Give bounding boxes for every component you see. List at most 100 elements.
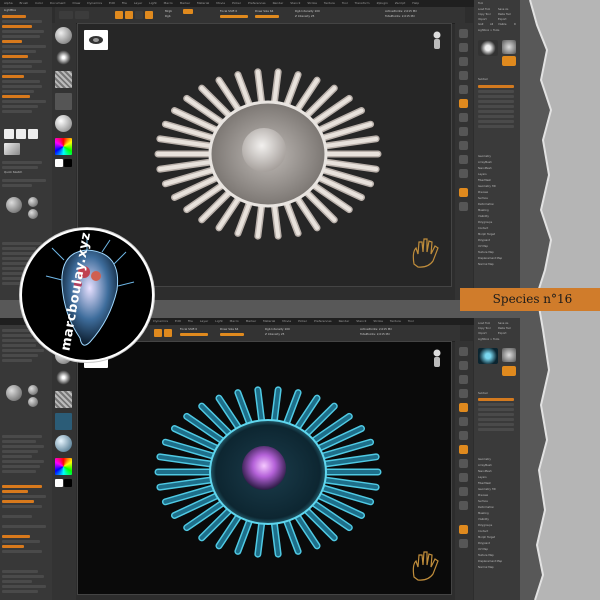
visibility-section[interactable]: Visibility bbox=[478, 215, 489, 218]
import-button[interactable]: Import bbox=[478, 332, 487, 335]
tray-row[interactable] bbox=[2, 455, 32, 458]
tray-row[interactable] bbox=[2, 100, 46, 103]
export-button[interactable]: Export bbox=[498, 332, 507, 335]
menu-item-tool[interactable]: Tool bbox=[408, 319, 414, 323]
tray-row[interactable] bbox=[2, 95, 30, 98]
menu-item-stencil[interactable]: Stencil bbox=[356, 319, 366, 323]
brush-slot[interactable] bbox=[6, 197, 22, 213]
menu-item-edit[interactable]: Edit bbox=[109, 1, 115, 5]
tray-row[interactable] bbox=[2, 105, 38, 108]
menu-item-picker[interactable]: Picker bbox=[232, 1, 241, 5]
nanomesh-section[interactable]: NanoMesh bbox=[478, 470, 492, 473]
subtool-row[interactable] bbox=[478, 85, 514, 88]
polygroups-section[interactable]: Polygroups bbox=[478, 524, 492, 527]
tray-row[interactable] bbox=[2, 460, 44, 463]
tray-row[interactable] bbox=[2, 440, 36, 443]
scale-button[interactable] bbox=[145, 11, 153, 19]
zadd-toggle[interactable] bbox=[164, 329, 172, 337]
floor-button[interactable] bbox=[459, 113, 468, 122]
subtool-row[interactable] bbox=[478, 428, 514, 431]
menu-item-marker[interactable]: Marker bbox=[180, 1, 190, 5]
tray-row[interactable] bbox=[2, 470, 36, 473]
geometry-hd-section[interactable]: Geometry HD bbox=[478, 185, 496, 188]
frame-button[interactable] bbox=[459, 459, 468, 468]
transp-button[interactable] bbox=[459, 202, 468, 211]
all-button[interactable]: All bbox=[490, 23, 493, 26]
zoom-button[interactable] bbox=[459, 389, 468, 398]
menu-item-zplugin[interactable]: Zplugin bbox=[377, 1, 388, 5]
brush-slot[interactable] bbox=[6, 385, 22, 401]
frame-button[interactable] bbox=[459, 155, 468, 164]
menu-item-dynamics[interactable]: Dynamics bbox=[87, 1, 102, 5]
zadd-toggle[interactable] bbox=[125, 11, 133, 19]
geometry-section[interactable]: Geometry bbox=[478, 155, 491, 158]
menu-item-help[interactable]: Help bbox=[412, 1, 419, 5]
draw-size-label[interactable]: Draw Size 64 bbox=[255, 10, 273, 13]
tray-row[interactable] bbox=[2, 575, 44, 578]
draw-button[interactable] bbox=[75, 11, 89, 19]
nanomesh-section[interactable]: NanoMesh bbox=[478, 167, 492, 170]
tray-row[interactable] bbox=[2, 45, 46, 48]
subtool-row[interactable] bbox=[478, 423, 514, 426]
tray-row[interactable] bbox=[2, 490, 28, 493]
subtool-row[interactable] bbox=[478, 115, 514, 118]
tray-row[interactable] bbox=[2, 535, 30, 538]
import-button[interactable]: Import bbox=[478, 18, 487, 21]
color-picker[interactable] bbox=[55, 458, 72, 475]
color-picker[interactable] bbox=[55, 138, 72, 155]
uv-map-section[interactable]: UV Map bbox=[478, 245, 488, 248]
edit-button[interactable] bbox=[59, 11, 73, 19]
subtool-row[interactable] bbox=[478, 413, 514, 416]
move-button[interactable] bbox=[135, 11, 143, 19]
contact-section[interactable]: Contact bbox=[478, 530, 488, 533]
menu-item-preferences[interactable]: Preferences bbox=[314, 319, 332, 323]
polyf-button[interactable] bbox=[459, 525, 468, 534]
subtool-row[interactable] bbox=[478, 95, 514, 98]
stroke-selector[interactable] bbox=[55, 369, 72, 386]
tray-row[interactable] bbox=[2, 585, 46, 588]
polypaint-section[interactable]: Polypaint bbox=[478, 239, 490, 242]
tray-row[interactable] bbox=[2, 60, 42, 63]
arraymesh-section[interactable]: ArrayMesh bbox=[478, 161, 492, 164]
menu-item-zscript[interactable]: Zscript bbox=[395, 1, 405, 5]
contact-section[interactable]: Contact bbox=[478, 227, 488, 230]
menu-item-dynamics[interactable]: Dynamics bbox=[153, 319, 168, 323]
menu-item-color[interactable]: Color bbox=[35, 1, 43, 5]
menu-item-layer[interactable]: Layer bbox=[200, 319, 208, 323]
layers-section[interactable]: Layers bbox=[478, 173, 487, 176]
tray-row[interactable] bbox=[2, 515, 32, 518]
surface-section[interactable]: Surface bbox=[478, 500, 488, 503]
menu-item-alpha[interactable]: Alpha bbox=[4, 1, 13, 5]
rgb-toggle[interactable] bbox=[154, 329, 162, 337]
subtool-row[interactable] bbox=[478, 418, 514, 421]
visible-button[interactable]: Visible bbox=[498, 23, 506, 26]
subtool-row[interactable] bbox=[478, 408, 514, 411]
subtool-section[interactable]: Subtool bbox=[478, 78, 488, 81]
tray-row[interactable] bbox=[2, 450, 38, 453]
focal-shift-label[interactable]: Focal Shift 0 bbox=[220, 10, 237, 13]
menu-item-material[interactable]: Material bbox=[197, 1, 209, 5]
preview-section[interactable]: Preview bbox=[478, 494, 488, 497]
subtool-row[interactable] bbox=[478, 100, 514, 103]
tool-thumbnail[interactable] bbox=[502, 348, 516, 362]
transp-button[interactable] bbox=[459, 539, 468, 548]
move-view-button[interactable] bbox=[459, 169, 468, 178]
alpha-selector[interactable] bbox=[55, 391, 72, 408]
subtool-row[interactable] bbox=[478, 120, 514, 123]
tray-row[interactable] bbox=[2, 166, 38, 169]
rgb-intensity-label[interactable]: Rgb Intensity 100 bbox=[265, 328, 290, 331]
tray-row[interactable] bbox=[2, 15, 26, 18]
export-button[interactable]: Export bbox=[498, 18, 507, 21]
morph-target-section[interactable]: Morph Target bbox=[478, 536, 495, 539]
zoom-button[interactable] bbox=[459, 71, 468, 80]
tray-row[interactable] bbox=[2, 20, 42, 23]
menu-item-render[interactable]: Render bbox=[339, 319, 350, 323]
menu-item-marker[interactable]: Marker bbox=[246, 319, 256, 323]
texture-selector[interactable] bbox=[55, 93, 72, 110]
menu-item-macro[interactable]: Macro bbox=[164, 1, 173, 5]
tray-row[interactable] bbox=[2, 445, 44, 448]
actual-button[interactable] bbox=[459, 85, 468, 94]
local-button[interactable] bbox=[459, 127, 468, 136]
fibermesh-section[interactable]: FiberMesh bbox=[478, 179, 491, 182]
navigation-figure-icon[interactable] bbox=[430, 30, 444, 54]
